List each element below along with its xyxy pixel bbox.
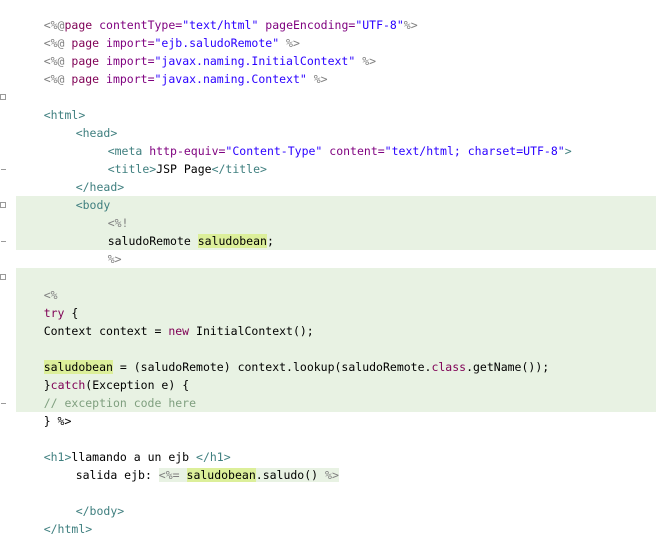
jsp-directive-open: <%@ bbox=[43, 72, 72, 86]
fold-end-icon bbox=[1, 169, 6, 170]
attribute-name: content= bbox=[322, 144, 385, 158]
code-editor[interactable]: <%@page contentType="text/html" pageEnco… bbox=[0, 0, 656, 536]
jsp-expression-close: %> bbox=[325, 468, 339, 482]
code-line-18[interactable]: Context context = new InitialContext(); bbox=[16, 304, 314, 338]
code-line-16[interactable]: <% bbox=[16, 268, 58, 302]
code-line-20[interactable]: saludobean = (saludoRemote) context.look… bbox=[16, 340, 549, 374]
code-text: .saludo() bbox=[255, 468, 326, 482]
attribute-name: import= bbox=[99, 72, 155, 86]
code-text: } %> bbox=[43, 414, 72, 428]
attribute-value: "UTF-8" bbox=[355, 18, 404, 32]
keyword: new bbox=[168, 324, 190, 338]
code-line-6[interactable]: <html> bbox=[16, 88, 86, 122]
keyword: page bbox=[71, 72, 100, 86]
code-line-2[interactable]: <%@ page import="ejb.saludoRemote" %> bbox=[16, 16, 300, 50]
code-line-3[interactable]: <%@ page import="javax.naming.InitialCon… bbox=[16, 34, 376, 68]
text-content: JSP Page bbox=[156, 162, 212, 176]
code-line-13[interactable]: saludoRemote saludobean; bbox=[80, 214, 274, 248]
attribute-value: "javax.naming.Context" bbox=[154, 72, 307, 86]
code-line-26[interactable]: salida ejb: <%= saludobean.saludo() %> bbox=[48, 448, 339, 482]
jsp-directive-close: %> bbox=[355, 54, 377, 68]
variable-occurrence: saludobean bbox=[197, 234, 267, 248]
code-line-21[interactable]: }catch(Exception e) { bbox=[16, 358, 189, 392]
code-line-4[interactable]: <%@ page import="javax.naming.Context" %… bbox=[16, 52, 328, 86]
html-tag: </title> bbox=[211, 162, 267, 176]
jsp-directive-close: %> bbox=[306, 72, 328, 86]
code-line-11[interactable]: <body bbox=[48, 178, 111, 212]
code-text: Context context = bbox=[43, 324, 169, 338]
code-line-28[interactable]: </body> bbox=[48, 484, 124, 518]
code-line-29[interactable]: </html> bbox=[16, 502, 92, 536]
code-line-10[interactable]: </head> bbox=[48, 160, 124, 194]
jsp-directive-close: %> bbox=[403, 18, 418, 32]
attribute-value: "text/html; charset=UTF-8" bbox=[384, 144, 565, 158]
html-tag: </html> bbox=[43, 522, 93, 536]
code-line-12[interactable]: <%! bbox=[80, 196, 129, 230]
code-line-9[interactable]: <title>JSP Page</title> bbox=[80, 142, 267, 176]
jsp-close: %> bbox=[107, 252, 122, 266]
fold-end-icon bbox=[1, 241, 6, 242]
code-line-25[interactable]: <h1>llamando a un ejb </h1> bbox=[16, 430, 231, 464]
keyword: class bbox=[431, 360, 467, 374]
code-line-23[interactable]: } %> bbox=[16, 394, 72, 428]
code-text: InitialContext(); bbox=[189, 324, 314, 338]
fold-toggle-icon[interactable] bbox=[0, 274, 6, 280]
variable-occurrence: saludobean bbox=[186, 468, 256, 482]
code-line-14[interactable]: %> bbox=[80, 232, 122, 266]
html-tag: > bbox=[564, 144, 572, 158]
code-line-22[interactable]: // exception code here bbox=[16, 376, 196, 410]
code-line-7[interactable]: <head> bbox=[48, 106, 118, 140]
code-line-8[interactable]: <meta http-equiv="Content-Type" content=… bbox=[80, 124, 572, 158]
editor-gutter bbox=[0, 0, 12, 518]
code-text bbox=[179, 468, 187, 482]
fold-end-icon bbox=[1, 403, 6, 404]
fold-toggle-icon[interactable] bbox=[0, 94, 6, 100]
code-line-1[interactable]: <%@page contentType="text/html" pageEnco… bbox=[16, 0, 418, 32]
code-text: .getName()); bbox=[466, 360, 550, 374]
fold-toggle-icon[interactable] bbox=[0, 202, 6, 208]
jsp-expression-open: <%= bbox=[158, 468, 180, 482]
code-line-17[interactable]: try { bbox=[16, 286, 79, 320]
code-text: ; bbox=[266, 234, 274, 248]
text-content: salida ejb: bbox=[75, 468, 159, 482]
